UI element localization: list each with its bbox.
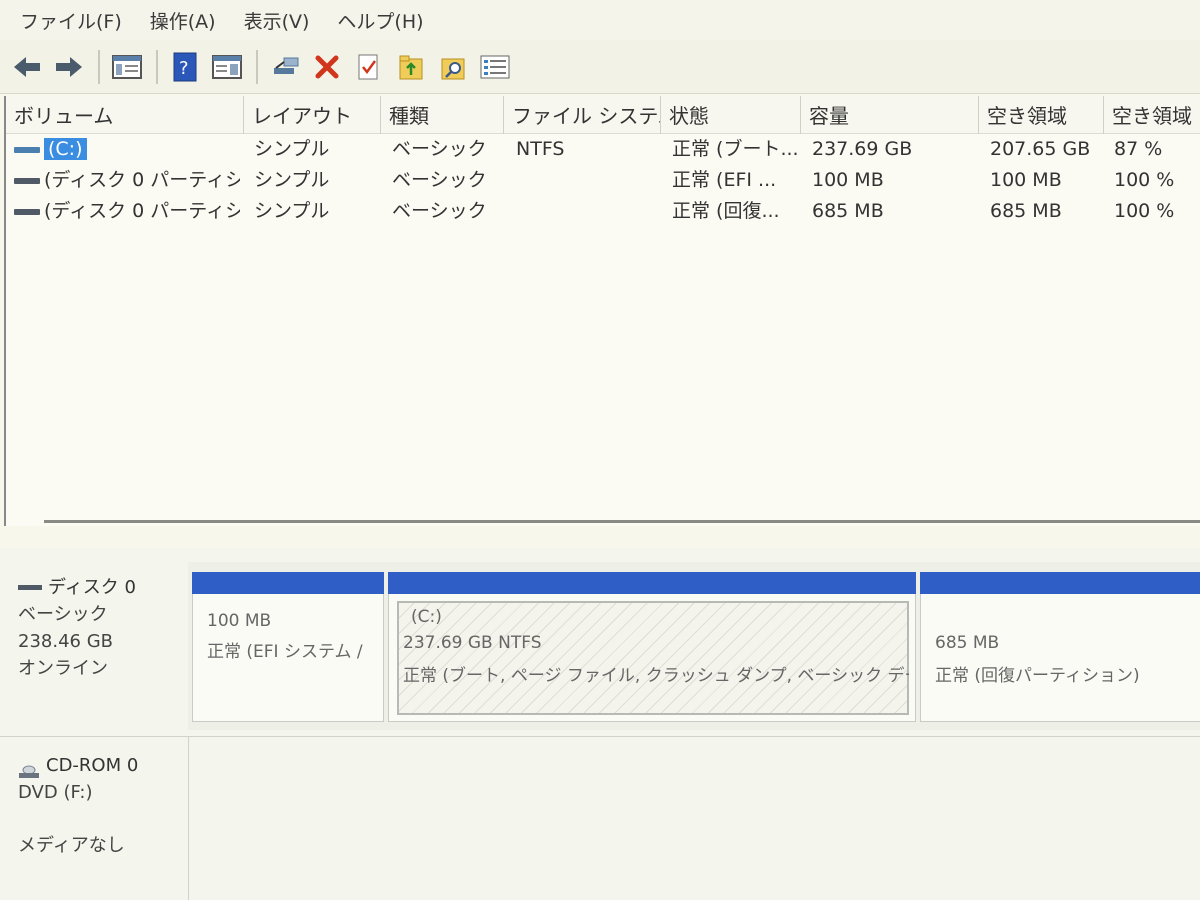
free-cell: 207.65 GB — [990, 138, 1091, 160]
toolbar: ? — [0, 40, 1200, 94]
partition-size: 685 MB — [935, 633, 1000, 653]
status-cell: 正常 (EFI ... — [672, 169, 777, 191]
console-tree-icon[interactable] — [110, 50, 144, 84]
show-hide-pane-icon[interactable] — [210, 50, 244, 84]
connect-disk-icon[interactable] — [268, 50, 302, 84]
partition-recovery[interactable]: 685 MB 正常 (回復パーティション) — [920, 572, 1200, 722]
menu-bar: ファイル(F) 操作(A) 表示(V) ヘルプ(H) — [0, 0, 1200, 40]
selected-partition-hatch — [397, 601, 909, 715]
properties-icon[interactable] — [352, 50, 386, 84]
folder-up-icon[interactable] — [394, 50, 428, 84]
free-pct-cell: 100 % — [1114, 169, 1175, 191]
disk0-title: ディスク 0 — [48, 577, 136, 598]
delete-icon[interactable] — [310, 50, 344, 84]
disk0-size: 238.46 GB — [18, 631, 114, 652]
partition-bar — [920, 572, 1200, 594]
label-divider — [188, 736, 189, 900]
layout-cell: シンプル — [254, 169, 330, 191]
volume-list: ボリューム レイアウト 種類 ファイル システム 状態 容量 空き領域 空き領域… — [4, 96, 1200, 526]
volume-icon — [14, 209, 40, 215]
column-header-capacity[interactable]: 容量 — [801, 96, 979, 134]
table-row[interactable]: (ディスク 0 パーティシ... シンプル ベーシック 正常 (EFI ... … — [6, 165, 1200, 196]
volume-name: (ディスク 0 パーティシ... — [44, 169, 240, 191]
pane-splitter[interactable] — [44, 520, 1200, 523]
disk-divider — [0, 736, 1200, 737]
type-cell: ベーシック — [392, 138, 487, 160]
disk0-type: ベーシック — [18, 604, 108, 625]
partition-size: 237.69 GB NTFS — [403, 633, 542, 653]
menu-view[interactable]: 表示(V) — [244, 7, 310, 34]
capacity-cell: 100 MB — [812, 169, 884, 191]
help-icon[interactable]: ? — [168, 50, 202, 84]
column-header-status[interactable]: 状態 — [661, 96, 801, 134]
column-header-volume[interactable]: ボリューム — [6, 96, 244, 134]
table-header: ボリューム レイアウト 種類 ファイル システム 状態 容量 空き領域 空き領域 — [6, 96, 1200, 134]
disk-graphical-view: ディスク 0 ベーシック 238.46 GB オンライン 100 MB 正常 (… — [0, 548, 1200, 900]
column-header-type[interactable]: 種類 — [381, 96, 504, 134]
search-folder-icon[interactable] — [436, 50, 470, 84]
table-row[interactable]: (C:) シンプル ベーシック NTFS 正常 (ブート... 237.69 G… — [6, 134, 1200, 165]
free-cell: 685 MB — [990, 200, 1062, 222]
column-header-file-system[interactable]: ファイル システム — [504, 96, 661, 134]
cdrom0-title: CD-ROM 0 — [46, 755, 139, 776]
partition-bar — [192, 572, 384, 594]
partition-size: 100 MB — [207, 611, 272, 631]
type-cell: ベーシック — [392, 200, 487, 222]
fs-cell: NTFS — [516, 138, 565, 160]
partition-status: 正常 (EFI システム / — [207, 642, 363, 662]
volume-name: (C:) — [44, 138, 87, 160]
disk-icon — [18, 585, 42, 590]
layout-cell: シンプル — [254, 138, 330, 160]
volume-icon — [14, 178, 40, 184]
cdrom0-info[interactable]: CD-ROM 0 DVD (F:) メディアなし — [18, 752, 188, 859]
volume-icon — [14, 147, 40, 153]
toolbar-separator — [156, 49, 158, 84]
partition-efi[interactable]: 100 MB 正常 (EFI システム / — [192, 572, 384, 722]
back-arrow-icon[interactable] — [10, 50, 44, 84]
toolbar-separator — [256, 49, 258, 84]
free-pct-cell: 100 % — [1114, 200, 1175, 222]
partition-c[interactable]: (C:) 237.69 GB NTFS 正常 (ブート, ページ ファイル, ク… — [388, 572, 916, 722]
type-cell: ベーシック — [392, 169, 487, 191]
partition-bar — [388, 572, 916, 594]
cd-drive-icon — [18, 760, 40, 778]
status-cell: 正常 (ブート... — [672, 138, 798, 160]
capacity-cell: 237.69 GB — [812, 138, 913, 160]
free-pct-cell: 87 % — [1114, 138, 1163, 160]
list-view-icon[interactable] — [478, 50, 512, 84]
menu-file[interactable]: ファイル(F) — [20, 7, 122, 34]
free-cell: 100 MB — [990, 169, 1062, 191]
disk0-info[interactable]: ディスク 0 ベーシック 238.46 GB オンライン — [18, 574, 188, 682]
forward-arrow-icon[interactable] — [52, 50, 86, 84]
cdrom0-drive: DVD (F:) — [18, 782, 93, 803]
disk0-state: オンライン — [18, 658, 108, 679]
cdrom0-media: メディアなし — [18, 835, 125, 856]
toolbar-separator — [98, 49, 100, 84]
table-row[interactable]: (ディスク 0 パーティシ... シンプル ベーシック 正常 (回復... 68… — [6, 196, 1200, 227]
status-cell: 正常 (回復... — [672, 200, 780, 222]
capacity-cell: 685 MB — [812, 200, 884, 222]
svg-text:?: ? — [179, 58, 189, 79]
partition-status: 正常 (ブート, ページ ファイル, クラッシュ ダンプ, ベーシック デー — [403, 666, 909, 686]
column-header-free-space[interactable]: 空き領域 — [979, 96, 1104, 134]
menu-action[interactable]: 操作(A) — [150, 7, 216, 34]
layout-cell: シンプル — [254, 200, 330, 222]
volume-name: (ディスク 0 パーティシ... — [44, 200, 240, 222]
column-header-free-percent[interactable]: 空き領域 — [1104, 96, 1200, 134]
menu-help[interactable]: ヘルプ(H) — [337, 7, 423, 34]
partition-label: (C:) — [411, 607, 442, 627]
partition-status: 正常 (回復パーティション) — [935, 666, 1140, 686]
column-header-layout[interactable]: レイアウト — [244, 96, 381, 134]
